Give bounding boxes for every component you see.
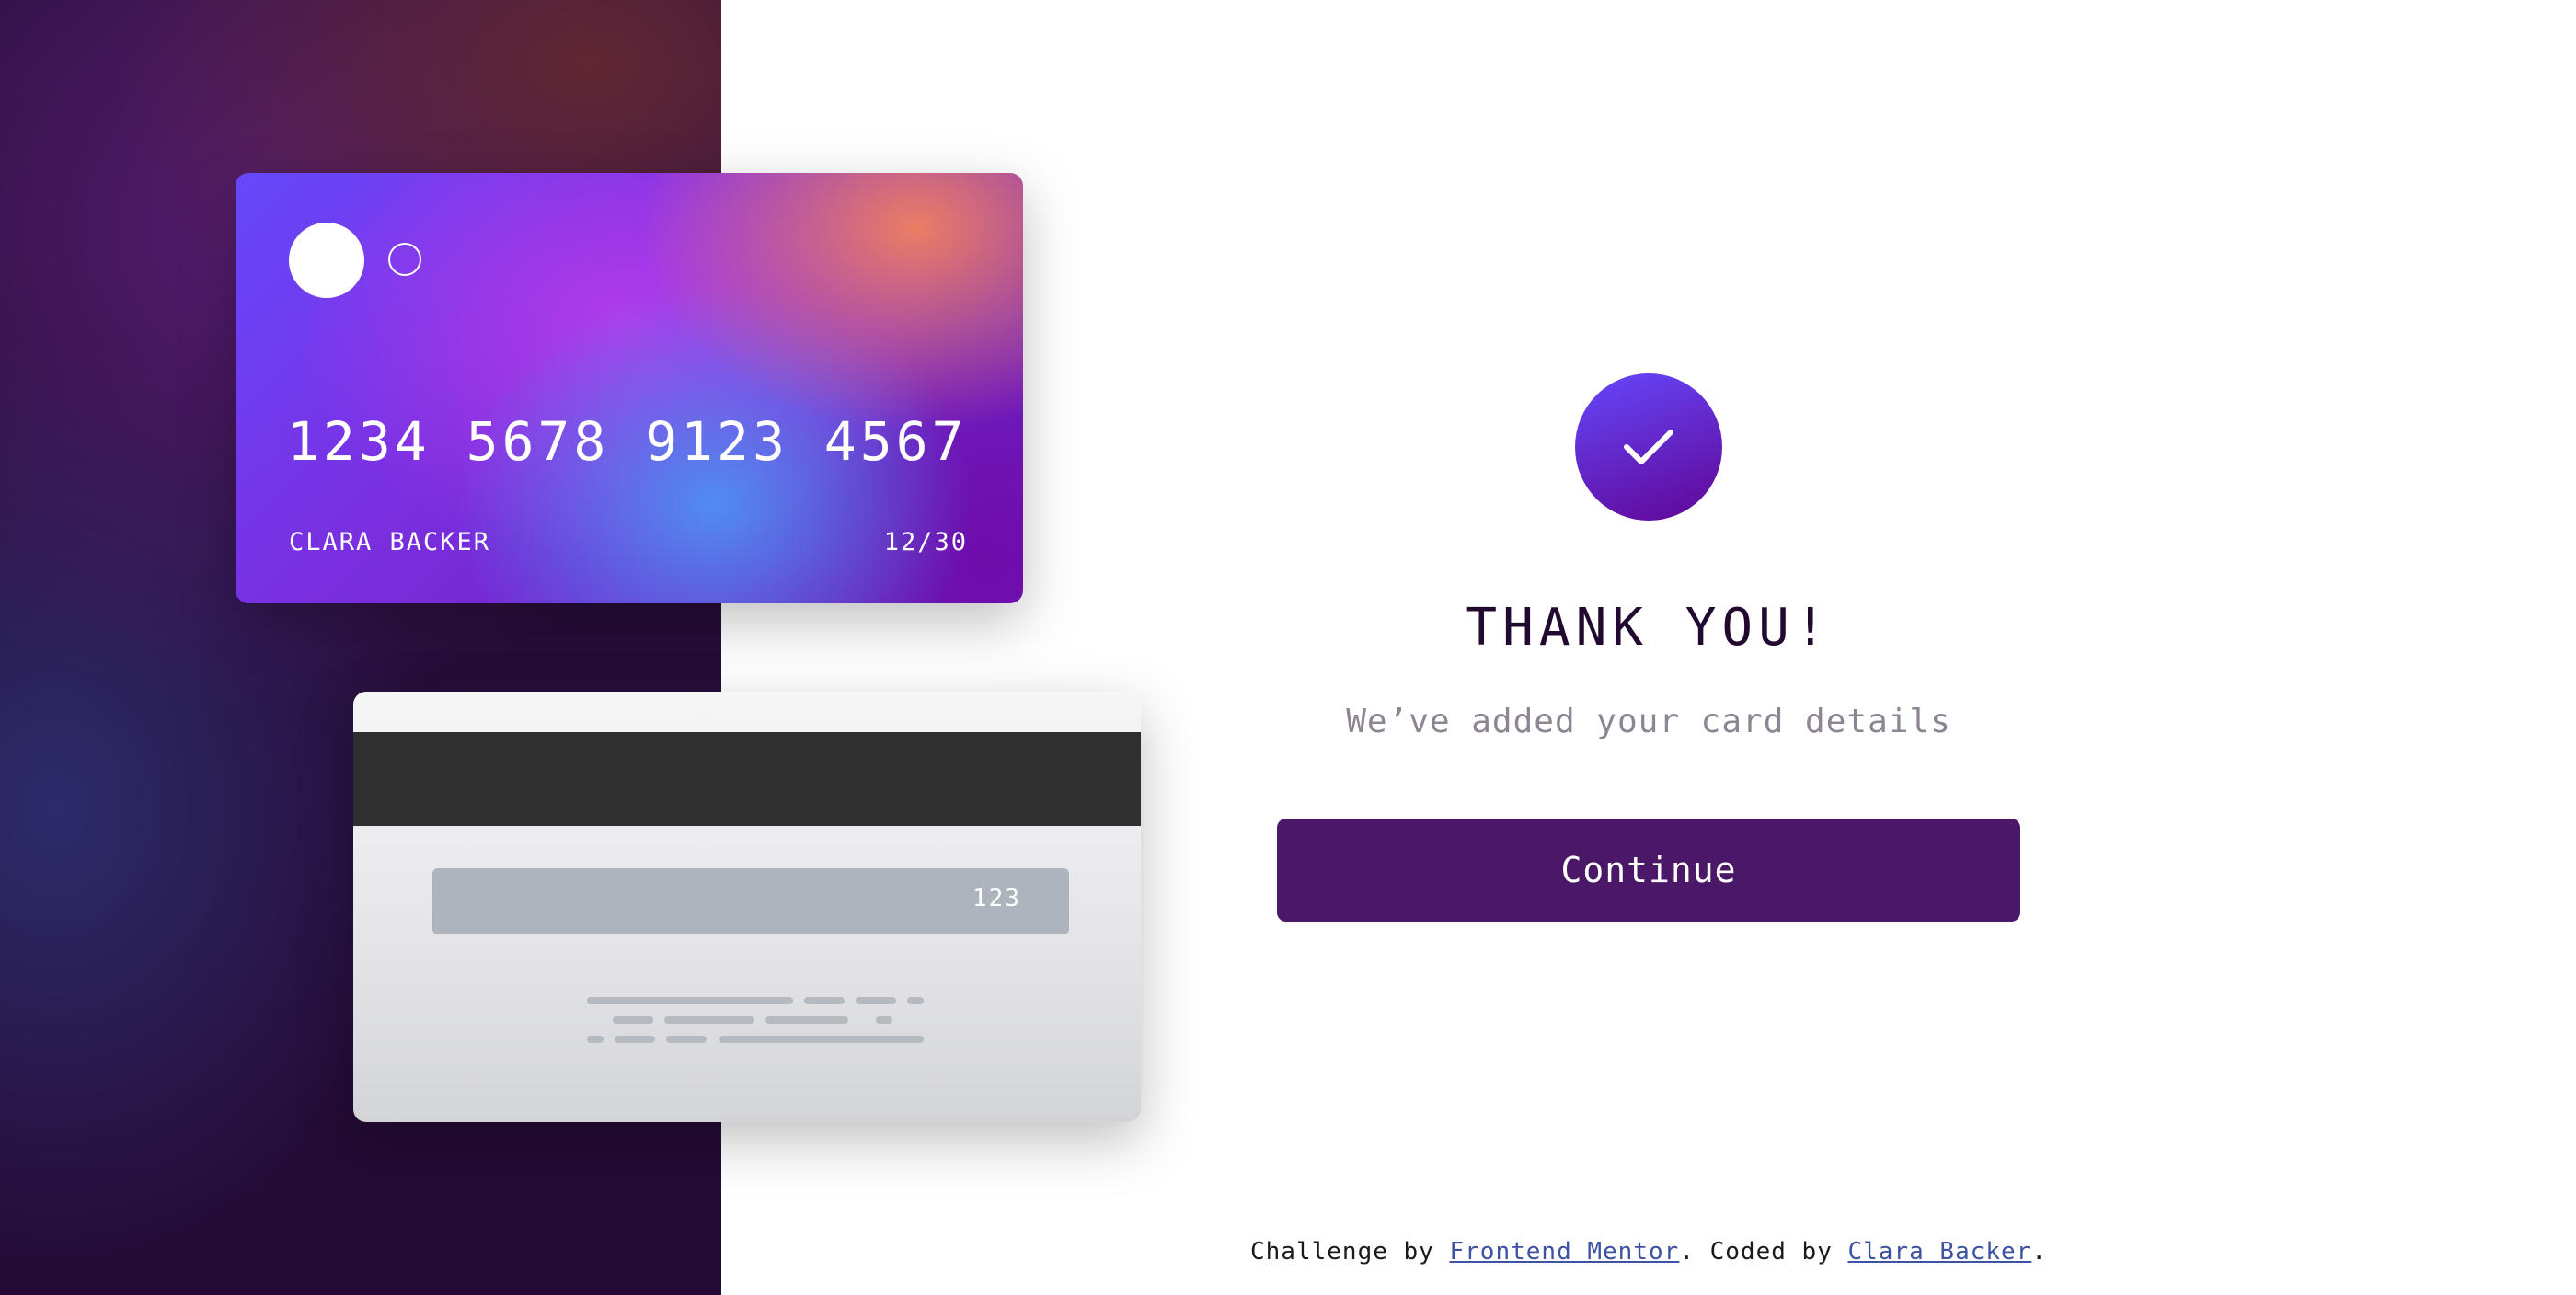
fine-print-dash xyxy=(804,997,845,1004)
page: 1234 5678 9123 4567 CLARA BACKER 12/30 1… xyxy=(0,0,2576,1295)
fine-print-dash xyxy=(587,997,793,1004)
confirmation-title: THANK YOU! xyxy=(1466,598,1832,658)
footer-suffix: . xyxy=(2031,1238,2047,1266)
fine-print-dash xyxy=(907,997,924,1004)
cvc-panel: 123 xyxy=(432,868,1069,934)
footer-middle: . Coded by xyxy=(1679,1238,1848,1266)
card-number: 1234 5678 9123 4567 xyxy=(287,410,968,473)
attribution-footer: Challenge by Frontend Mentor. Coded by C… xyxy=(1196,1238,2101,1266)
success-badge xyxy=(1575,373,1722,521)
fine-print-dash xyxy=(587,1036,604,1043)
card-front: 1234 5678 9123 4567 CLARA BACKER 12/30 xyxy=(236,173,1023,603)
fine-print-dash xyxy=(666,1036,707,1043)
footer-prefix: Challenge by xyxy=(1250,1238,1450,1266)
fine-print-dash xyxy=(765,1016,848,1024)
fine-print-dash xyxy=(615,1036,655,1043)
continue-button[interactable]: Continue xyxy=(1277,819,2020,922)
magnetic-strip xyxy=(353,732,1141,826)
confirmation-panel: THANK YOU! We’ve added your card details… xyxy=(1277,373,2020,925)
author-link[interactable]: Clara Backer xyxy=(1848,1238,2032,1266)
frontend-mentor-link[interactable]: Frontend Mentor xyxy=(1450,1238,1680,1266)
card-back: 123 xyxy=(353,692,1141,1122)
fine-print-dash xyxy=(664,1016,754,1024)
fine-print-dash xyxy=(876,1016,892,1024)
card-logo-filled-circle-icon xyxy=(289,223,364,298)
fine-print-dash xyxy=(856,997,896,1004)
check-icon xyxy=(1624,430,1673,464)
card-logo-outline-circle-icon xyxy=(388,243,421,276)
card-cvc: 123 xyxy=(972,885,1021,912)
fine-print-dash xyxy=(613,1016,653,1024)
fine-print-dash xyxy=(719,1036,924,1043)
card-holder-name: CLARA BACKER xyxy=(289,528,491,556)
card-expiry: 12/30 xyxy=(883,528,968,556)
confirmation-subtitle: We’ve added your card details xyxy=(1346,703,1951,740)
